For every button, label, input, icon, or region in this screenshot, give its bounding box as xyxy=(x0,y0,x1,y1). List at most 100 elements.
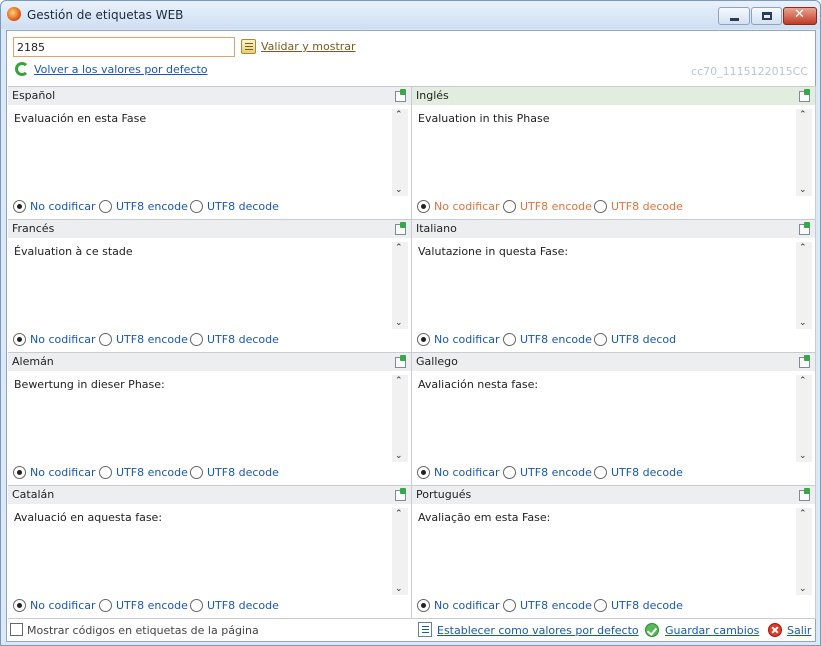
radio-dot[interactable] xyxy=(503,333,516,346)
translation-textarea[interactable]: Evaluation in this Phase ⌃ ⌄ xyxy=(416,109,812,196)
scrollbar[interactable]: ⌃ ⌄ xyxy=(796,109,812,196)
scroll-up-icon[interactable]: ⌃ xyxy=(799,110,807,120)
document-icon[interactable] xyxy=(418,622,432,637)
language-title: Inglés xyxy=(416,89,449,102)
scroll-down-icon[interactable]: ⌄ xyxy=(395,584,403,594)
save-changes-link[interactable]: Guardar cambios xyxy=(665,624,759,637)
translation-textarea[interactable]: Avaliación nesta fase: ⌃ ⌄ xyxy=(416,375,812,462)
minimize-icon xyxy=(730,18,739,21)
validate-and-show-link[interactable]: Validar y mostrar xyxy=(261,40,356,53)
radio-dot[interactable] xyxy=(13,200,26,213)
radio-label: UTF8 encode xyxy=(520,599,592,612)
edit-translation-icon[interactable] xyxy=(394,89,407,102)
scrollbar[interactable]: ⌃ ⌄ xyxy=(392,109,408,196)
scroll-up-icon[interactable]: ⌃ xyxy=(395,509,403,519)
radio-dot[interactable] xyxy=(13,599,26,612)
scroll-down-icon[interactable]: ⌄ xyxy=(799,318,807,328)
radio-dot[interactable] xyxy=(417,466,430,479)
translation-textarea[interactable]: Evaluación en esta Fase ⌃ ⌄ xyxy=(12,109,408,196)
set-as-defaults-link[interactable]: Establecer como valores por defecto xyxy=(437,624,639,637)
scrollbar[interactable]: ⌃ ⌄ xyxy=(796,508,812,595)
scroll-down-icon[interactable]: ⌄ xyxy=(395,451,403,461)
radio-label: No codificar xyxy=(30,466,96,479)
restore-defaults-icon[interactable] xyxy=(15,62,29,76)
show-codes-label[interactable]: Mostrar códigos en etiquetas de la págin… xyxy=(27,624,259,637)
exit-icon[interactable] xyxy=(768,623,782,637)
radio-dot[interactable] xyxy=(99,466,112,479)
edit-translation-icon[interactable] xyxy=(798,89,811,102)
scroll-up-icon[interactable]: ⌃ xyxy=(395,110,403,120)
scrollbar[interactable]: ⌃ ⌄ xyxy=(796,242,812,329)
panel-header: Alemán xyxy=(8,353,411,371)
exit-link[interactable]: Salir xyxy=(787,624,811,637)
radio-label: No codificar xyxy=(434,599,500,612)
translation-text: Avaliação em esta Fase: xyxy=(418,511,551,524)
radio-dot[interactable] xyxy=(594,333,607,346)
radio-dot[interactable] xyxy=(13,333,26,346)
radio-dot[interactable] xyxy=(417,333,430,346)
panel-espanol: Español Evaluación en esta Fase ⌃ ⌄ No co… xyxy=(8,87,412,220)
show-codes-checkbox[interactable] xyxy=(10,623,23,636)
label-code-id: cc70_1115122015CC xyxy=(691,65,808,78)
scrollbar[interactable]: ⌃ ⌄ xyxy=(392,242,408,329)
restore-defaults-link[interactable]: Volver a los valores por defecto xyxy=(34,63,208,76)
translation-textarea[interactable]: Valutazione in questa Fase: ⌃ ⌄ xyxy=(416,242,812,329)
label-code-input[interactable] xyxy=(13,37,235,57)
maximize-button[interactable] xyxy=(751,7,782,25)
scroll-up-icon[interactable]: ⌃ xyxy=(799,243,807,253)
validate-icon[interactable] xyxy=(241,39,256,54)
minimize-button[interactable] xyxy=(718,7,750,25)
translation-text: Valutazione in questa Fase: xyxy=(418,245,569,258)
panel-header: Español xyxy=(8,87,411,105)
checkmark-icon[interactable] xyxy=(645,623,659,637)
edit-translation-icon[interactable] xyxy=(798,355,811,368)
translation-textarea[interactable]: Avaliação em esta Fase: ⌃ ⌄ xyxy=(416,508,812,595)
radio-dot[interactable] xyxy=(99,200,112,213)
radio-dot[interactable] xyxy=(190,333,203,346)
translation-textarea[interactable]: Bewertung in dieser Phase: ⌃ ⌄ xyxy=(12,375,408,462)
radio-dot[interactable] xyxy=(190,599,203,612)
edit-translation-icon[interactable] xyxy=(394,222,407,235)
radio-dot[interactable] xyxy=(503,200,516,213)
translation-textarea[interactable]: Avaluació en aquesta fase: ⌃ ⌄ xyxy=(12,508,408,595)
edit-translation-icon[interactable] xyxy=(798,488,811,501)
edit-translation-icon[interactable] xyxy=(394,355,407,368)
scroll-up-icon[interactable]: ⌃ xyxy=(395,243,403,253)
scroll-up-icon[interactable]: ⌃ xyxy=(799,376,807,386)
scroll-up-icon[interactable]: ⌃ xyxy=(799,509,807,519)
radio-dot[interactable] xyxy=(503,599,516,612)
radio-dot[interactable] xyxy=(594,200,607,213)
edit-translation-icon[interactable] xyxy=(394,488,407,501)
translation-textarea[interactable]: Évaluation à ce stade ⌃ ⌄ xyxy=(12,242,408,329)
radio-dot[interactable] xyxy=(594,466,607,479)
radio-dot[interactable] xyxy=(503,466,516,479)
scroll-down-icon[interactable]: ⌄ xyxy=(799,185,807,195)
encoding-options: No codificar UTF8 encode UTF8 decode xyxy=(417,465,807,481)
scroll-down-icon[interactable]: ⌄ xyxy=(799,584,807,594)
panel-header: Portugués xyxy=(412,486,815,504)
radio-dot[interactable] xyxy=(99,333,112,346)
scroll-down-icon[interactable]: ⌄ xyxy=(799,451,807,461)
scroll-down-icon[interactable]: ⌄ xyxy=(395,185,403,195)
edit-translation-icon[interactable] xyxy=(798,222,811,235)
scrollbar[interactable]: ⌃ ⌄ xyxy=(392,375,408,462)
encoding-options: No codificar UTF8 encode UTF8 decode xyxy=(417,199,807,215)
scrollbar[interactable]: ⌃ ⌄ xyxy=(392,508,408,595)
scrollbar[interactable]: ⌃ ⌄ xyxy=(796,375,812,462)
radio-dot[interactable] xyxy=(13,466,26,479)
language-title: Español xyxy=(12,89,56,102)
scroll-up-icon[interactable]: ⌃ xyxy=(395,376,403,386)
close-button[interactable]: ✕ xyxy=(783,7,817,25)
radio-label: UTF8 encode xyxy=(520,466,592,479)
main-content: Validar y mostrar Volver a los valores p… xyxy=(6,30,816,642)
radio-dot[interactable] xyxy=(594,599,607,612)
radio-dot[interactable] xyxy=(417,599,430,612)
radio-dot[interactable] xyxy=(190,466,203,479)
panel-ingles: Inglés Evaluation in this Phase ⌃ ⌄ No co… xyxy=(412,87,816,220)
scroll-down-icon[interactable]: ⌄ xyxy=(395,318,403,328)
radio-label: No codificar xyxy=(30,200,96,213)
radio-dot[interactable] xyxy=(99,599,112,612)
radio-dot[interactable] xyxy=(190,200,203,213)
radio-dot[interactable] xyxy=(417,200,430,213)
panel-header: Gallego xyxy=(412,353,815,371)
